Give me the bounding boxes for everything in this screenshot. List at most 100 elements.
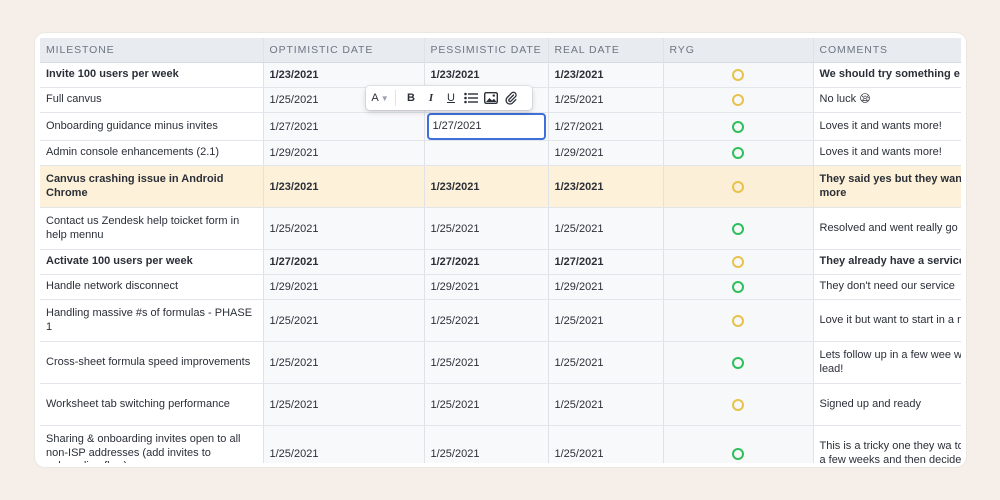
table-row[interactable]: Handling massive #s of formulas - PHASE … [40, 299, 961, 342]
column-header-pessimistic-date[interactable]: PESSIMISTIC DATE [424, 38, 549, 63]
real-date-cell[interactable]: 1/25/2021 [548, 425, 664, 463]
pessimistic-date-cell[interactable]: 1/27/2021 [424, 249, 549, 275]
table-row[interactable]: Canvus crashing issue in Android Chrome 1… [40, 165, 961, 208]
optimistic-date-cell[interactable]: 1/25/2021 [263, 425, 425, 463]
milestone-cell[interactable]: Full canvus [40, 87, 264, 113]
ryg-cell[interactable] [663, 112, 814, 141]
milestone-cell[interactable]: Admin console enhancements (2.1) [40, 140, 264, 166]
bullet-list-button[interactable] [462, 89, 480, 107]
ryg-cell[interactable] [663, 299, 814, 342]
pessimistic-date-cell[interactable]: 1/25/2021 [424, 425, 549, 463]
table-row[interactable]: Contact us Zendesk help toicket form in … [40, 207, 961, 250]
milestone-cell[interactable]: Contact us Zendesk help toicket form in … [40, 207, 264, 250]
ryg-cell[interactable] [663, 425, 814, 463]
comment-cell[interactable]: They said yes but they wan to know some … [813, 165, 961, 208]
milestone-cell[interactable]: Canvus crashing issue in Android Chrome [40, 165, 264, 208]
ryg-status-yellow-icon [732, 94, 744, 107]
real-date-cell[interactable]: 1/25/2021 [548, 341, 664, 384]
attachment-button[interactable] [502, 89, 520, 107]
column-header-comments[interactable]: COMMENTS [813, 38, 961, 63]
text-color-button[interactable]: A ▼ [371, 89, 389, 107]
real-date-cell[interactable]: 1/23/2021 [548, 62, 664, 88]
underline-button[interactable]: U [442, 89, 460, 107]
table-row[interactable]: Activate 100 users per week 1/27/2021 1/27… [40, 249, 961, 275]
optimistic-date-cell[interactable]: 1/29/2021 [263, 140, 425, 166]
pessimistic-date-cell[interactable] [424, 140, 549, 166]
milestone-cell[interactable]: Handle network disconnect [40, 274, 264, 300]
pessimistic-date-cell[interactable]: 1/25/2021 [424, 383, 549, 426]
image-icon [484, 92, 498, 104]
pessimistic-date-cell[interactable]: 1/23/2021 [424, 62, 549, 88]
column-header-real-date[interactable]: REAL DATE [548, 38, 664, 63]
milestone-cell[interactable]: Invite 100 users per week [40, 62, 264, 88]
real-date-cell[interactable]: 1/29/2021 [548, 274, 664, 300]
pessimistic-date-cell[interactable]: 1/23/2021 [424, 165, 549, 208]
comment-cell[interactable]: Loves it and wants more! [813, 112, 961, 141]
real-date-cell[interactable]: 1/25/2021 [548, 299, 664, 342]
pessimistic-date-cell[interactable]: 1/27/2021 [424, 112, 549, 141]
ryg-cell[interactable] [663, 140, 814, 166]
ryg-cell[interactable] [663, 62, 814, 88]
milestone-cell[interactable]: Activate 100 users per week [40, 249, 264, 275]
real-date-cell[interactable]: 1/27/2021 [548, 249, 664, 275]
table-row[interactable]: Handle network disconnect 1/29/2021 1/29/2… [40, 274, 961, 300]
optimistic-date-cell[interactable]: 1/23/2021 [263, 62, 425, 88]
optimistic-date-cell[interactable]: 1/25/2021 [263, 299, 425, 342]
comment-cell[interactable]: Lets follow up in a few wee with this on… [813, 341, 961, 384]
bold-icon: B [407, 92, 415, 104]
ryg-cell[interactable] [663, 87, 814, 113]
column-header-optimistic-date[interactable]: OPTIMISTIC DATE [263, 38, 425, 63]
ryg-status-green-icon [732, 222, 744, 235]
comment-cell[interactable]: They already have a service [813, 249, 961, 275]
table-row[interactable]: Cross-sheet formula speed improvements 1/… [40, 341, 961, 384]
ryg-cell[interactable] [663, 383, 814, 426]
optimistic-date-cell[interactable]: 1/25/2021 [263, 341, 425, 384]
ryg-cell[interactable] [663, 341, 814, 384]
italic-button[interactable]: I [422, 89, 440, 107]
ryg-cell[interactable] [663, 274, 814, 300]
pessimistic-date-cell[interactable]: 1/25/2021 [424, 299, 549, 342]
optimistic-date-cell[interactable]: 1/25/2021 [263, 207, 425, 250]
ryg-cell[interactable] [663, 165, 814, 208]
real-date-cell[interactable]: 1/29/2021 [548, 140, 664, 166]
insert-image-button[interactable] [482, 89, 500, 107]
table-row[interactable]: Invite 100 users per week 1/23/2021 1/23/2… [40, 62, 961, 88]
pessimistic-date-cell[interactable]: 1/25/2021 [424, 207, 549, 250]
real-date-cell[interactable]: 1/27/2021 [548, 112, 664, 141]
optimistic-date-cell[interactable]: 1/25/2021 [263, 383, 425, 426]
cell-editor-input[interactable]: 1/27/2021 [426, 113, 546, 140]
column-header-milestone[interactable]: MILESTONE [40, 38, 264, 63]
real-date-cell[interactable]: 1/25/2021 [548, 207, 664, 250]
optimistic-date-cell[interactable]: 1/29/2021 [263, 274, 425, 300]
ryg-status-green-icon [732, 356, 744, 369]
optimistic-date-cell[interactable]: 1/23/2021 [263, 165, 425, 208]
milestone-cell[interactable]: Sharing & onboarding invites open to all… [40, 425, 264, 463]
column-header-ryg[interactable]: RYG [663, 38, 814, 63]
table-row[interactable]: Admin console enhancements (2.1) 1/29/202… [40, 140, 961, 166]
comment-cell[interactable]: No luck 😪 [813, 87, 961, 113]
bold-button[interactable]: B [402, 89, 420, 107]
pessimistic-date-cell[interactable]: 1/25/2021 [424, 341, 549, 384]
milestone-cell[interactable]: Onboarding guidance minus invites [40, 112, 264, 141]
comment-cell[interactable]: Resolved and went really go [813, 207, 961, 250]
ryg-cell[interactable] [663, 249, 814, 275]
ryg-cell[interactable] [663, 207, 814, 250]
pessimistic-date-cell[interactable]: 1/29/2021 [424, 274, 549, 300]
optimistic-date-cell[interactable]: 1/27/2021 [263, 112, 425, 141]
comment-cell[interactable]: They don't need our service [813, 274, 961, 300]
milestone-cell[interactable]: Cross-sheet formula speed improvements [40, 341, 264, 384]
comment-cell[interactable]: Loves it and wants more! [813, 140, 961, 166]
table-row[interactable]: Onboarding guidance minus invites 1/27/20… [40, 112, 961, 141]
table-row[interactable]: Sharing & onboarding invites open to all… [40, 425, 961, 463]
optimistic-date-cell[interactable]: 1/27/2021 [263, 249, 425, 275]
milestone-cell[interactable]: Worksheet tab switching performance [40, 383, 264, 426]
real-date-cell[interactable]: 1/23/2021 [548, 165, 664, 208]
real-date-cell[interactable]: 1/25/2021 [548, 87, 664, 113]
table-row[interactable]: Worksheet tab switching performance 1/25/… [40, 383, 961, 426]
comment-cell[interactable]: This is a tricky one they wa to try our … [813, 425, 961, 463]
milestone-cell[interactable]: Handling massive #s of formulas - PHASE … [40, 299, 264, 342]
real-date-cell[interactable]: 1/25/2021 [548, 383, 664, 426]
comment-cell[interactable]: Signed up and ready [813, 383, 961, 426]
comment-cell[interactable]: We should try something e [813, 62, 961, 88]
comment-cell[interactable]: Love it but want to start in a month not… [813, 299, 961, 342]
